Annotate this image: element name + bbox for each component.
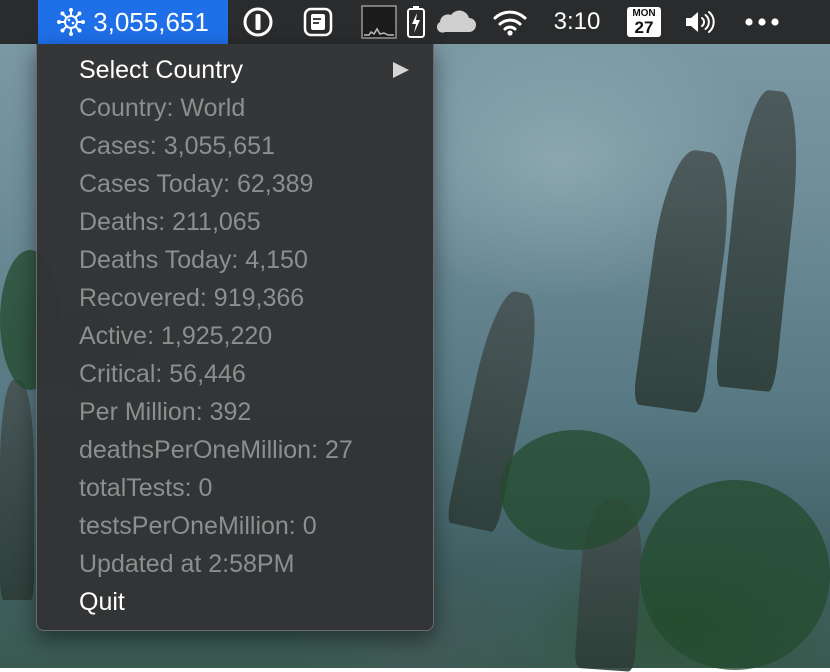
notes-status-item[interactable]	[300, 0, 336, 44]
calendar-day: 27	[634, 18, 654, 37]
speaker-volume-icon	[686, 11, 715, 33]
menu-item-cases: Cases: 3,055,651	[79, 131, 275, 160]
covid-status-item[interactable]: 3,055,651	[38, 0, 228, 44]
menu-item-updated-at: Updated at 2:58PM	[79, 549, 295, 578]
onepassword-status-item[interactable]	[240, 0, 276, 44]
covid-dropdown-menu: Select Country Country: World Cases: 3,0…	[36, 44, 434, 631]
menu-item-recovered: Recovered: 919,366	[79, 283, 305, 312]
menu-item-country: Country: World	[79, 93, 246, 122]
calendar-status-item[interactable]: MON 27	[624, 0, 664, 44]
onepassword-icon	[243, 7, 273, 37]
menu-item-cases-today: Cases Today: 62,389	[79, 169, 314, 198]
wallpaper-rock-spire	[0, 380, 34, 600]
virus-icon	[57, 8, 86, 36]
clock-status-item[interactable]: 3:10	[544, 0, 610, 44]
menu-item-deaths: Deaths: 211,065	[79, 207, 261, 236]
menu-item-deaths-per-million: deathsPerOneMillion: 27	[79, 435, 353, 464]
calendar-icon: MON 27	[627, 7, 661, 37]
battery-status-item[interactable]	[404, 0, 428, 44]
wallpaper-trees	[500, 430, 650, 550]
battery-charging-icon	[407, 6, 425, 38]
volume-status-item[interactable]	[680, 0, 720, 44]
menu-item-select-country[interactable]: Select Country	[37, 51, 433, 89]
menu-item-active: Active: 1,925,220	[79, 321, 273, 350]
select-country-label: Select Country	[79, 55, 243, 84]
ellipsis-icon	[745, 18, 779, 26]
submenu-arrow-icon	[393, 62, 409, 78]
menu-item-per-million: Per Million: 392	[79, 397, 252, 426]
menu-item-critical: Critical: 56,446	[79, 359, 246, 388]
wallpaper-trees	[640, 480, 830, 670]
wallpaper-rock-spire	[714, 87, 806, 393]
clock-time: 3:10	[553, 8, 601, 35]
cloud-icon	[436, 10, 476, 33]
menu-item-tests-per-million: testsPerOneMillion: 0	[79, 511, 317, 540]
menu-item-quit[interactable]: Quit	[37, 583, 433, 621]
onedrive-status-item[interactable]	[434, 0, 478, 44]
wifi-status-item[interactable]	[490, 0, 530, 44]
menu-bar: 3,055,651 3:10 MON 27	[0, 0, 830, 44]
more-status-item[interactable]	[738, 0, 786, 44]
activity-graph-icon	[361, 5, 397, 39]
note-icon	[303, 7, 333, 37]
menu-item-total-tests: totalTests: 0	[79, 473, 213, 502]
activity-monitor-status-item[interactable]	[360, 0, 398, 44]
wifi-icon	[493, 10, 527, 36]
covid-case-count: 3,055,651	[93, 6, 209, 37]
menu-item-deaths-today: Deaths Today: 4,150	[79, 245, 308, 274]
